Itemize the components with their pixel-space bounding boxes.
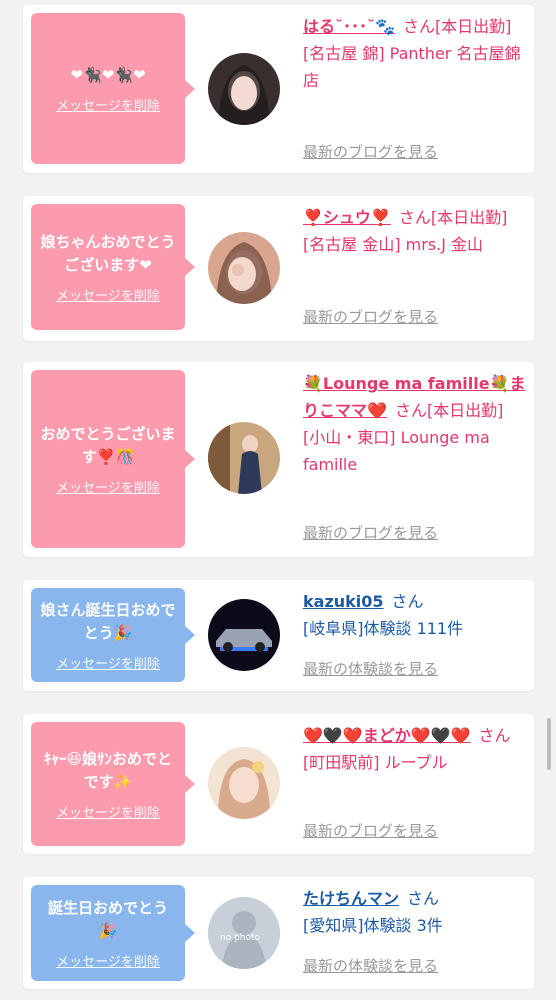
shop-label: [岐阜県]体験談 111件 [303,619,464,638]
message-text: 娘さん誕生日おめでとう🎉 [40,600,176,642]
delete-message-link[interactable]: メッセージを削除 [56,95,160,114]
user-name-link[interactable]: ❣️シュウ❣️ [303,208,391,227]
delete-message-link[interactable]: メッセージを削除 [56,285,160,304]
user-status: さん[本日出勤] [394,401,504,420]
message-text: おめでとうございます❣️🎊 [40,424,176,466]
message-bubble: 娘さん誕生日おめでとう🎉 メッセージを削除 [31,588,195,682]
user-status: さん [407,889,440,908]
message-card: 娘ちゃんおめでとうございます❤ メッセージを削除 ❣️シュウ❣️ さん[本日出勤]… [23,196,534,341]
user-info: はる˘･･･˘🐾 さん[本日出勤] [名古屋 錦] Panther 名古屋錦店 [303,13,528,94]
message-text: 誕生日おめでとう🎉 [47,898,168,940]
no-photo-label: no photo [220,933,261,943]
latest-blog-link[interactable]: 最新のブログを見る [303,522,438,543]
message-card: 誕生日おめでとう🎉 メッセージを削除 no photo たけちんマン さん [愛知… [23,877,534,989]
avatar[interactable] [208,232,280,304]
delete-message-link[interactable]: メッセージを削除 [56,477,160,496]
user-status: さん [391,592,424,611]
user-info: kazuki05 さん [岐阜県]体験談 111件 [303,588,528,642]
message-bubble: ❤🐈‍⬛❤🐈‍⬛❤ メッセージを削除 [31,13,195,164]
message-bubble: 娘ちゃんおめでとうございます❤ メッセージを削除 [31,204,195,330]
scrollbar[interactable] [547,718,551,770]
delete-message-link[interactable]: メッセージを削除 [56,653,160,672]
message-text: ｷｬｰ😆娘ｻﾝおめでとです✨ [43,749,173,791]
message-card: ❤🐈‍⬛❤🐈‍⬛❤ メッセージを削除 はる˘･･･˘🐾 さん[本日出勤] [名古屋… [23,5,534,173]
latest-blog-link[interactable]: 最新のブログを見る [303,820,438,841]
shop-label: [町田駅前] ルーブル [303,753,448,772]
message-card: 娘さん誕生日おめでとう🎉 メッセージを削除 kazuki05 さん [岐阜県]体験… [23,580,534,691]
user-status: さん [478,726,511,745]
latest-review-link[interactable]: 最新の体験談を見る [303,955,438,976]
avatar[interactable] [208,422,280,494]
user-status: さん[本日出勤] [398,208,508,227]
message-text: ❤🐈‍⬛❤🐈‍⬛❤ [70,65,146,84]
avatar[interactable] [208,599,280,671]
user-name-link[interactable]: ❤️🖤❤️まどか❤️🖤❤️ [303,726,471,745]
latest-review-link[interactable]: 最新の体験談を見る [303,658,438,679]
shop-label: [愛知県]体験談 3件 [303,916,443,935]
delete-message-link[interactable]: メッセージを削除 [56,951,160,970]
message-card: おめでとうございます❣️🎊 メッセージを削除 💐Lounge ma famill… [23,362,534,557]
user-info: ❤️🖤❤️まどか❤️🖤❤️ さん [町田駅前] ルーブル [303,722,528,776]
message-bubble: おめでとうございます❣️🎊 メッセージを削除 [31,370,195,548]
delete-message-link[interactable]: メッセージを削除 [56,802,160,821]
user-name-link[interactable]: kazuki05 [303,592,384,611]
shop-label: [名古屋 金山] mrs.J 金山 [303,235,484,254]
latest-blog-link[interactable]: 最新のブログを見る [303,306,438,327]
user-info: ❣️シュウ❣️ さん[本日出勤] [名古屋 金山] mrs.J 金山 [303,204,528,258]
avatar[interactable]: no photo [208,897,280,969]
message-text: 娘ちゃんおめでとうございます❤ [40,232,176,274]
avatar[interactable] [208,53,280,125]
latest-blog-link[interactable]: 最新のブログを見る [303,141,438,162]
user-name-link[interactable]: たけちんマン [303,889,399,908]
user-info: たけちんマン さん [愛知県]体験談 3件 [303,885,528,939]
avatar[interactable] [208,747,280,819]
message-card: ｷｬｰ😆娘ｻﾝおめでとです✨ メッセージを削除 ❤️🖤❤️まどか❤️🖤❤️ さん … [23,714,534,854]
user-name-link[interactable]: はる˘･･･˘🐾 [303,17,395,36]
user-status: さん[本日出勤] [402,17,512,36]
message-bubble: ｷｬｰ😆娘ｻﾝおめでとです✨ メッセージを削除 [31,722,195,846]
shop-label: [名古屋 錦] Panther 名古屋錦店 [303,44,521,90]
shop-label: [小山・東口] Lounge ma famille [303,428,490,474]
message-bubble: 誕生日おめでとう🎉 メッセージを削除 [31,885,195,981]
user-info: 💐Lounge ma famille💐まりこママ❤️ さん[本日出勤] [小山・東… [303,370,528,478]
